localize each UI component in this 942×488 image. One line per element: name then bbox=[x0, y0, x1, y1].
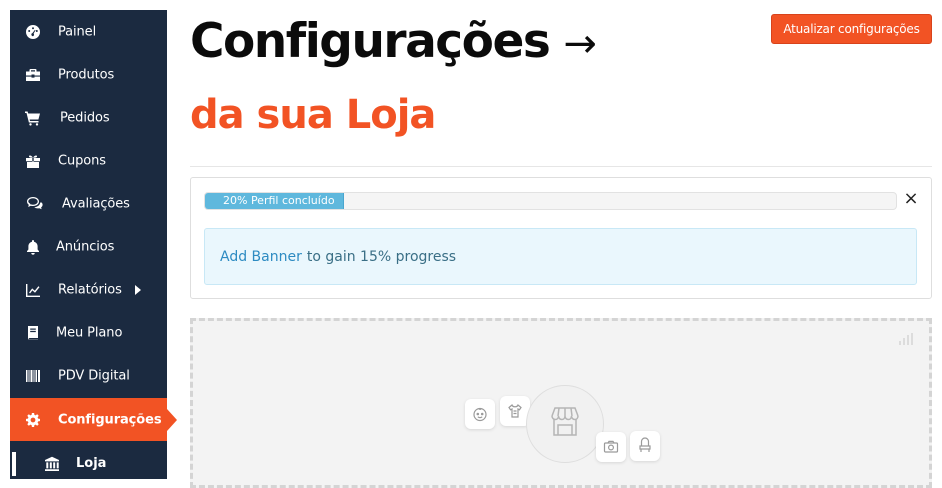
sidebar-item-avaliacoes[interactable]: Avaliações bbox=[10, 182, 167, 225]
sidebar-item-label: Cupons bbox=[58, 153, 106, 168]
camera-icon bbox=[596, 432, 626, 462]
bank-icon bbox=[44, 456, 60, 476]
gift-icon bbox=[24, 152, 42, 170]
sidebar-item-relatorios[interactable]: Relatórios bbox=[10, 268, 167, 311]
chart-line-icon bbox=[24, 281, 42, 299]
sidebar-subitem-label: Loja bbox=[76, 456, 107, 471]
page-subtitle: da sua Loja bbox=[190, 92, 436, 138]
comments-icon bbox=[26, 195, 44, 213]
sidebar: Painel Produtos Pedidos Cupons Avaliaçõe… bbox=[10, 10, 167, 479]
progress-label: 20% Perfil concluído bbox=[223, 194, 335, 207]
sidebar-item-produtos[interactable]: Produtos bbox=[10, 53, 167, 96]
briefcase-icon bbox=[24, 66, 42, 84]
divider bbox=[190, 166, 932, 167]
progress-notice-text: to gain 15% progress bbox=[306, 248, 457, 265]
close-icon[interactable]: × bbox=[903, 190, 919, 208]
storefront-icon bbox=[551, 407, 579, 436]
banner-upload-area[interactable] bbox=[190, 318, 932, 488]
progress-bar: 20% Perfil concluído bbox=[204, 192, 897, 210]
sidebar-item-label: Anúncios bbox=[56, 239, 115, 254]
chair-icon bbox=[630, 431, 660, 461]
caret-right-icon[interactable] bbox=[135, 284, 141, 295]
page-title-text: Configurações bbox=[190, 14, 551, 69]
gear-icon bbox=[24, 411, 42, 429]
sidebar-item-pedidos[interactable]: Pedidos bbox=[10, 96, 167, 139]
dashboard-icon bbox=[24, 23, 42, 41]
sidebar-item-anuncios[interactable]: Anúncios bbox=[10, 225, 167, 268]
profile-progress-panel: 20% Perfil concluído × Add Banner to gai… bbox=[190, 177, 932, 299]
baby-face-icon bbox=[465, 399, 495, 429]
sidebar-item-pdv-digital[interactable]: PDV Digital bbox=[10, 354, 167, 397]
barcode-icon bbox=[24, 367, 42, 385]
sidebar-item-label: Avaliações bbox=[62, 196, 130, 211]
page-title: Configurações → bbox=[190, 14, 597, 69]
progress-notice: Add Banner to gain 15% progress bbox=[204, 228, 917, 285]
active-indicator bbox=[12, 452, 16, 476]
sidebar-item-label: Configurações bbox=[58, 412, 162, 427]
sidebar-item-label: PDV Digital bbox=[58, 368, 130, 383]
sidebar-subitem-loja[interactable]: Loja bbox=[10, 449, 167, 479]
cart-icon bbox=[24, 109, 42, 127]
sidebar-item-label: Produtos bbox=[58, 67, 115, 82]
arrow-right-icon: → bbox=[563, 21, 597, 67]
book-icon bbox=[24, 324, 42, 342]
bell-icon bbox=[24, 238, 42, 256]
update-settings-button[interactable]: Atualizar configurações bbox=[771, 14, 932, 44]
sidebar-item-label: Painel bbox=[58, 24, 97, 39]
add-banner-link[interactable]: Add Banner bbox=[220, 249, 302, 265]
sidebar-item-label: Meu Plano bbox=[56, 325, 123, 340]
sidebar-item-label: Pedidos bbox=[60, 110, 110, 125]
signal-icon bbox=[899, 333, 915, 345]
sidebar-item-configuracoes[interactable]: Configurações bbox=[10, 398, 167, 441]
sidebar-item-cupons[interactable]: Cupons bbox=[10, 139, 167, 182]
sidebar-item-painel[interactable]: Painel bbox=[10, 10, 167, 53]
store-placeholder bbox=[526, 385, 604, 463]
sidebar-item-label: Relatórios bbox=[58, 282, 122, 297]
sidebar-item-meu-plano[interactable]: Meu Plano bbox=[10, 311, 167, 354]
